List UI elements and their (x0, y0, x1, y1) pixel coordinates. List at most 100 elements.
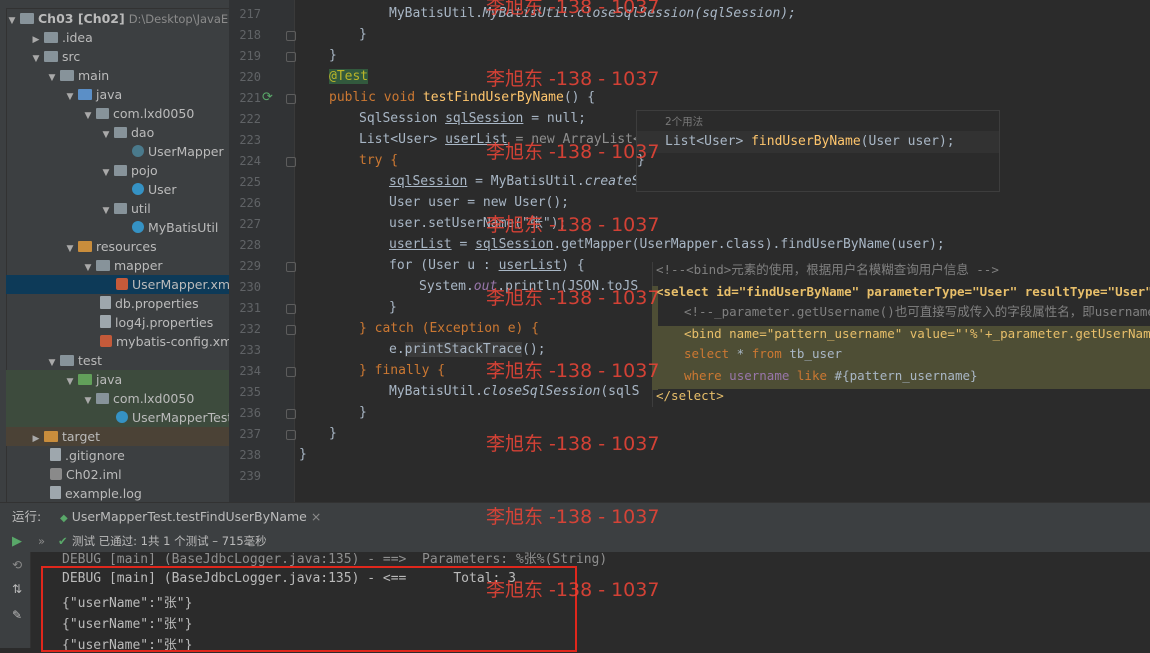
watermark: 李旭东 -138 - 1037 (486, 360, 660, 382)
line-number: 227 (239, 217, 261, 231)
fold-marker[interactable] (286, 262, 296, 272)
test-folder-icon (78, 374, 92, 385)
toggle-auto-test-icon[interactable]: ⇅ (12, 582, 22, 596)
package-icon (114, 127, 127, 138)
wrench-icon[interactable]: ✎ (12, 608, 22, 622)
class-icon (132, 221, 144, 233)
tree-item-label: com.lxd0050 (113, 106, 195, 121)
fold-marker[interactable] (286, 304, 296, 314)
run-tab[interactable]: ◆ UserMapperTest.testFindUserByName × (54, 503, 328, 532)
tree-item-label: mybatis-config.xml (116, 334, 236, 349)
line-number: 224 (239, 154, 261, 168)
code-line-236: } (359, 405, 367, 420)
code-line-234: } finally { (359, 361, 445, 381)
tree-item-test-package[interactable]: ▼ com.lxd0050 (6, 389, 229, 408)
code-line-224: try { (359, 151, 398, 171)
code-token: sqlSession (475, 237, 554, 252)
xml-sql-select: select * from tb_user (684, 344, 842, 364)
rerun-icon[interactable]: ▶ (12, 534, 22, 549)
code-token: List<User> (359, 132, 446, 147)
tree-item-usermappertest[interactable]: UserMapperTest (6, 408, 232, 427)
run-side-toolbar: ▶ ⟲ ⇅ ✎ (0, 530, 31, 648)
line-number: 239 (239, 469, 261, 483)
line-number: 230 (239, 280, 261, 294)
code-token: .getMapper(UserMapper.class).findUserByN… (553, 237, 945, 252)
code-token: sqlSession (445, 111, 524, 126)
folder-icon (44, 32, 58, 43)
xml-select-close: </select> (656, 388, 724, 403)
sql-token: #{pattern_username} (827, 368, 978, 383)
tree-item-src[interactable]: ▼ src (6, 47, 253, 66)
xml-sql-where: where username like #{pattern_username} (684, 366, 978, 386)
code-token: userList (498, 258, 562, 273)
fold-marker[interactable] (286, 367, 296, 377)
fold-marker[interactable] (286, 409, 296, 419)
code-token: = null; (523, 111, 586, 126)
sql-token: tb_user (781, 346, 843, 361)
mybatis-interface-icon (132, 145, 144, 157)
tree-item-label: util (131, 201, 151, 216)
tree-item-label: UserMapper.xml (132, 277, 234, 292)
code-token: closeSqlSession (482, 384, 601, 399)
watermark: 李旭东 -138 - 1037 (486, 433, 660, 455)
package-icon (96, 108, 109, 119)
tree-item-label: .gitignore (65, 448, 125, 463)
code-line-218: } (359, 27, 367, 42)
line-number: 222 (239, 112, 261, 126)
tree-item-label: src (62, 49, 81, 64)
code-token: createS (584, 174, 640, 189)
tree-item-target[interactable]: ▶ target (6, 427, 229, 446)
fold-marker[interactable] (286, 157, 296, 167)
tree-item-idea[interactable]: ▶ .idea (6, 28, 253, 47)
tree-item-label: .idea (62, 30, 93, 45)
line-number: 237 (239, 427, 261, 441)
line-number: 223 (239, 133, 261, 147)
annotation: @Test (329, 69, 369, 84)
code-token: e. (389, 342, 405, 357)
run-tab-label: UserMapperTest.testFindUserByName (71, 509, 307, 524)
folder-icon (44, 51, 58, 62)
tree-item-label: com.lxd0050 (113, 391, 195, 406)
line-number: 225 (239, 175, 261, 189)
tree-root-label: Ch03 [Ch02] (38, 11, 125, 26)
sql-token: * (729, 346, 752, 361)
excluded-folder-icon (44, 431, 58, 442)
project-panel-header (6, 0, 229, 9)
tree-item-label: db.properties (115, 296, 199, 311)
code-line-221: public void testFindUserByName() { (329, 88, 595, 108)
expand-icon[interactable]: » (38, 530, 45, 552)
tree-item-test-java[interactable]: ▼ java (6, 370, 229, 389)
fold-marker[interactable] (286, 52, 296, 62)
usages-hint: 2个用法 (665, 116, 704, 128)
folder-icon (60, 70, 74, 81)
fold-marker[interactable] (286, 31, 296, 41)
tree-item-label: pojo (131, 163, 158, 178)
code-line-222: SqlSession sqlSession = null; (359, 109, 586, 129)
line-number: 229 (239, 259, 261, 273)
usage-signature[interactable]: List<User> findUserByName(User user); (637, 131, 999, 153)
fold-marker[interactable] (286, 325, 296, 335)
xml-select-open: <select id="findUserByName" parameterTyp… (656, 284, 1150, 299)
tree-item-label: log4j.properties (115, 315, 214, 330)
line-number: 234 (239, 364, 261, 378)
code-line-231: } (389, 300, 397, 315)
close-icon[interactable]: × (311, 509, 321, 524)
rerun-failed-icon[interactable]: ⟲ (12, 558, 22, 572)
code-token: System. (419, 279, 474, 294)
code-line-219: } (329, 48, 337, 63)
line-number: 226 (239, 196, 261, 210)
code-token: printStackTrace (404, 342, 523, 357)
line-number: 228 (239, 238, 261, 252)
code-line-220: @Test (329, 67, 369, 87)
fold-marker[interactable] (286, 94, 296, 104)
signature-method: findUserByName (751, 134, 861, 149)
fold-marker[interactable] (286, 430, 296, 440)
usages-popup[interactable]: 2个用法 List<User> findUserByName(User user… (636, 110, 1000, 192)
code-token: public void (329, 90, 423, 105)
tree-root[interactable]: ▼ Ch03 [Ch02] D:\Desktop\JavaEE\ (6, 9, 240, 28)
tree-item-label: java (96, 87, 123, 102)
code-line-225: sqlSession = MyBatisUtil.createS (389, 172, 639, 192)
run-test-icon[interactable]: ⟳ (262, 90, 273, 105)
source-folder-icon (78, 89, 92, 100)
properties-file-icon (100, 315, 111, 328)
